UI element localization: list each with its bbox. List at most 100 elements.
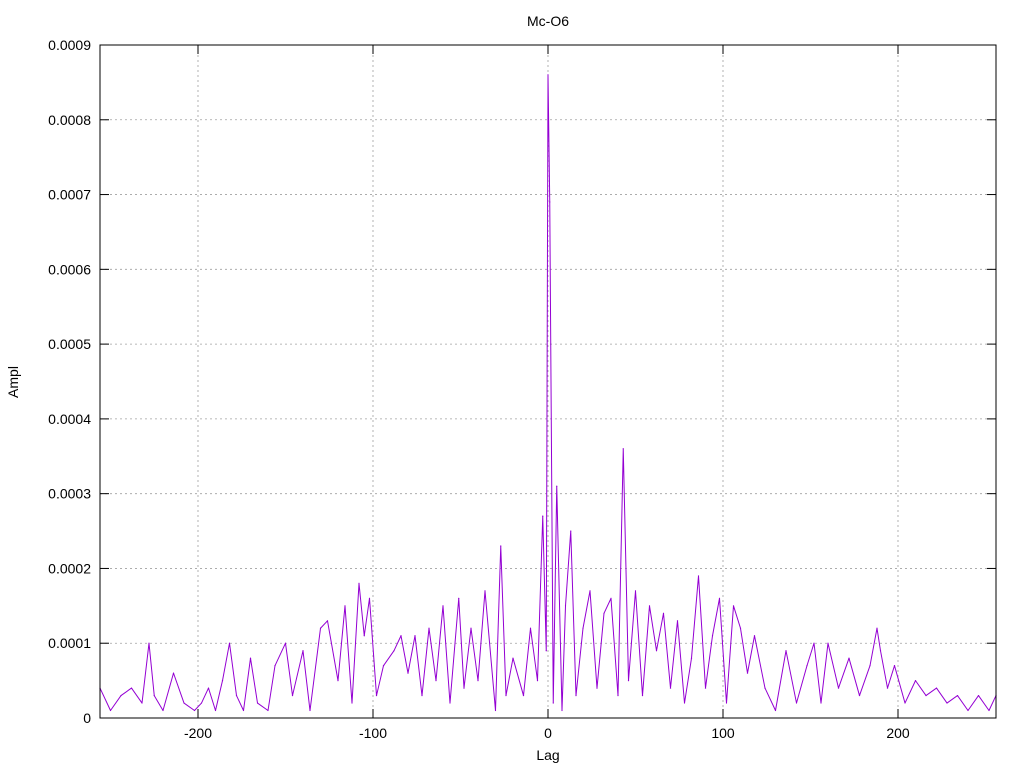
y-tick-label: 0.0004: [48, 411, 91, 427]
y-tick-label: 0: [83, 710, 91, 726]
x-tick-label: 100: [711, 725, 735, 741]
data-point: [676, 620, 679, 622]
data-point: [351, 702, 353, 704]
data-point: [470, 627, 472, 629]
data-point: [162, 709, 164, 712]
data-point: [876, 627, 878, 629]
data-point: [886, 687, 889, 689]
data-point: [435, 680, 437, 682]
data-point: [358, 582, 360, 585]
data-point: [655, 650, 658, 652]
data-point: [494, 709, 497, 712]
data-point: [753, 635, 756, 637]
data-point: [291, 694, 294, 697]
data-point: [172, 672, 175, 674]
data-point: [622, 448, 624, 450]
data-point: [326, 620, 329, 622]
data-point: [393, 650, 395, 652]
y-tick-label: 0.0003: [48, 486, 91, 502]
y-tick-label: 0.0005: [48, 336, 91, 352]
data-point: [718, 597, 721, 599]
data-point: [858, 694, 861, 697]
data-point: [463, 687, 465, 689]
y-tick-label: 0.0008: [48, 112, 91, 128]
data-point: [428, 627, 430, 629]
data-point: [235, 694, 238, 697]
y-tick-label: 0.0002: [48, 560, 91, 576]
data-point: [967, 709, 969, 712]
data-point: [634, 590, 637, 592]
data-point: [739, 627, 742, 629]
data-point: [302, 650, 304, 652]
data-point: [552, 702, 554, 704]
data-point: [477, 680, 479, 682]
data-point: [564, 605, 567, 607]
data-point: [214, 709, 217, 712]
data-point: [382, 665, 385, 667]
data-point: [617, 694, 619, 697]
data-point: [522, 694, 525, 697]
x-axis-label: Lag: [536, 747, 559, 763]
data-point: [869, 665, 871, 667]
data-point: [207, 687, 210, 689]
data-point: [267, 709, 269, 712]
y-tick-label: 0.0007: [48, 187, 91, 203]
y-tick-label: 0.0001: [48, 635, 91, 651]
data-point: [837, 687, 840, 689]
data-point: [547, 74, 549, 76]
data-point: [764, 687, 766, 689]
data-point: [704, 687, 707, 689]
data-point: [697, 575, 700, 577]
data-point: [549, 201, 551, 203]
data-point: [545, 650, 547, 652]
chart: 0 0.0001 0.0002 0.0003 0.0004 0.0005 0.0006 0.0…: [5, 13, 997, 763]
data-point: [556, 485, 558, 487]
data-point: [746, 672, 749, 674]
data-point: [570, 530, 572, 532]
data-point: [421, 694, 423, 697]
data-point: [505, 694, 507, 697]
data-point: [946, 702, 948, 704]
data-point: [344, 605, 346, 607]
data-point: [242, 709, 245, 712]
data-point: [582, 627, 584, 629]
data-point: [120, 694, 122, 697]
data-point: [183, 702, 185, 704]
data-point: [956, 694, 959, 697]
data-point: [249, 657, 252, 659]
x-tick-label: 0: [544, 725, 552, 741]
data-point: [977, 694, 980, 697]
data-point: [153, 694, 155, 697]
chart-title: Mc-O6: [527, 13, 569, 29]
data-point: [274, 665, 276, 667]
data-point: [603, 612, 605, 614]
data-point: [795, 702, 798, 704]
data-point: [449, 702, 451, 704]
data-point: [575, 694, 577, 697]
data-point: [648, 605, 651, 607]
data-point: [935, 687, 938, 689]
data-point: [221, 680, 224, 682]
y-axis-label: Ampl: [5, 366, 21, 398]
y-tick-label: 0.0009: [48, 37, 91, 53]
data-point: [914, 680, 917, 682]
data-point: [141, 702, 143, 704]
data-point: [284, 642, 287, 644]
data-point: [500, 545, 502, 547]
data-point: [337, 680, 339, 682]
data-point: [641, 694, 644, 697]
data-point: [309, 709, 311, 712]
ticks: 0 0.0001 0.0002 0.0003 0.0004 0.0005 0.0006 0.0…: [48, 37, 996, 741]
data-point: [407, 672, 409, 674]
data-point: [806, 665, 808, 667]
y-tick-label: 0.0006: [48, 261, 91, 277]
data-point: [319, 627, 322, 629]
data-point: [512, 657, 514, 659]
data-point: [879, 650, 882, 652]
data-point: [774, 709, 777, 712]
data-point: [711, 635, 714, 637]
data-point: [683, 702, 686, 704]
data-point: [725, 702, 728, 704]
data-point: [732, 605, 735, 607]
data-point: [109, 709, 112, 712]
